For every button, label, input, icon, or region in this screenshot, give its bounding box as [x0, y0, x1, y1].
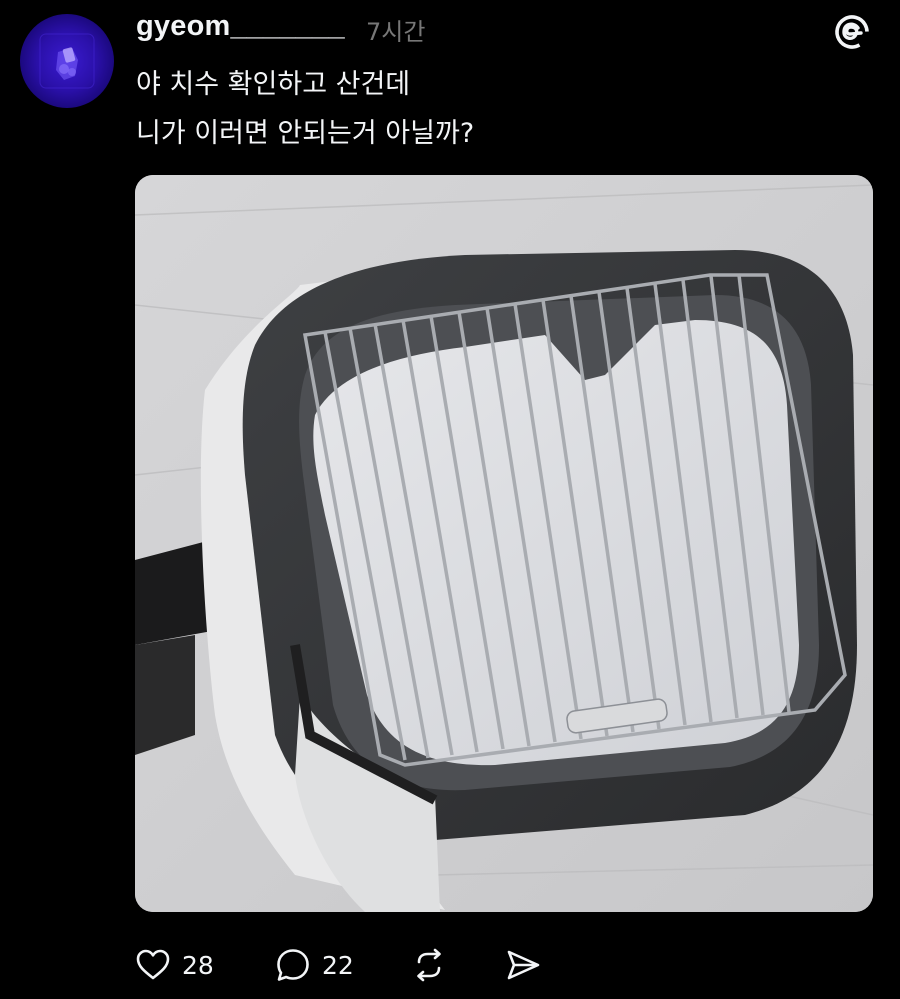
repost-icon: [417, 948, 441, 982]
thread-post: gyeom_______ 7시간 야 치수 확인하고 산건데 니가 이러면 안되…: [0, 0, 900, 999]
like-count: 28: [182, 950, 214, 980]
reply-button[interactable]: 22: [274, 945, 354, 985]
reply-count: 22: [322, 950, 354, 980]
timestamp: 7시간: [366, 18, 426, 46]
post-image[interactable]: [135, 175, 873, 912]
repost-button[interactable]: [410, 945, 448, 985]
post-caption: 야 치수 확인하고 산건데 니가 이러면 안되는거 아닐까?: [136, 60, 474, 158]
avatar-image: [39, 33, 95, 89]
share-button[interactable]: [504, 945, 542, 985]
threads-logo-icon[interactable]: [832, 12, 872, 52]
like-button[interactable]: 28: [134, 945, 214, 985]
caption-line-1: 야 치수 확인하고 산건데: [136, 69, 411, 100]
heart-icon: [136, 949, 170, 980]
send-icon: [507, 950, 540, 980]
caption-line-2: 니가 이러면 안되는거 아닐까?: [136, 118, 475, 149]
avatar[interactable]: [20, 14, 114, 108]
username[interactable]: gyeom_______: [136, 10, 345, 43]
comment-bubble-icon: [277, 949, 309, 981]
